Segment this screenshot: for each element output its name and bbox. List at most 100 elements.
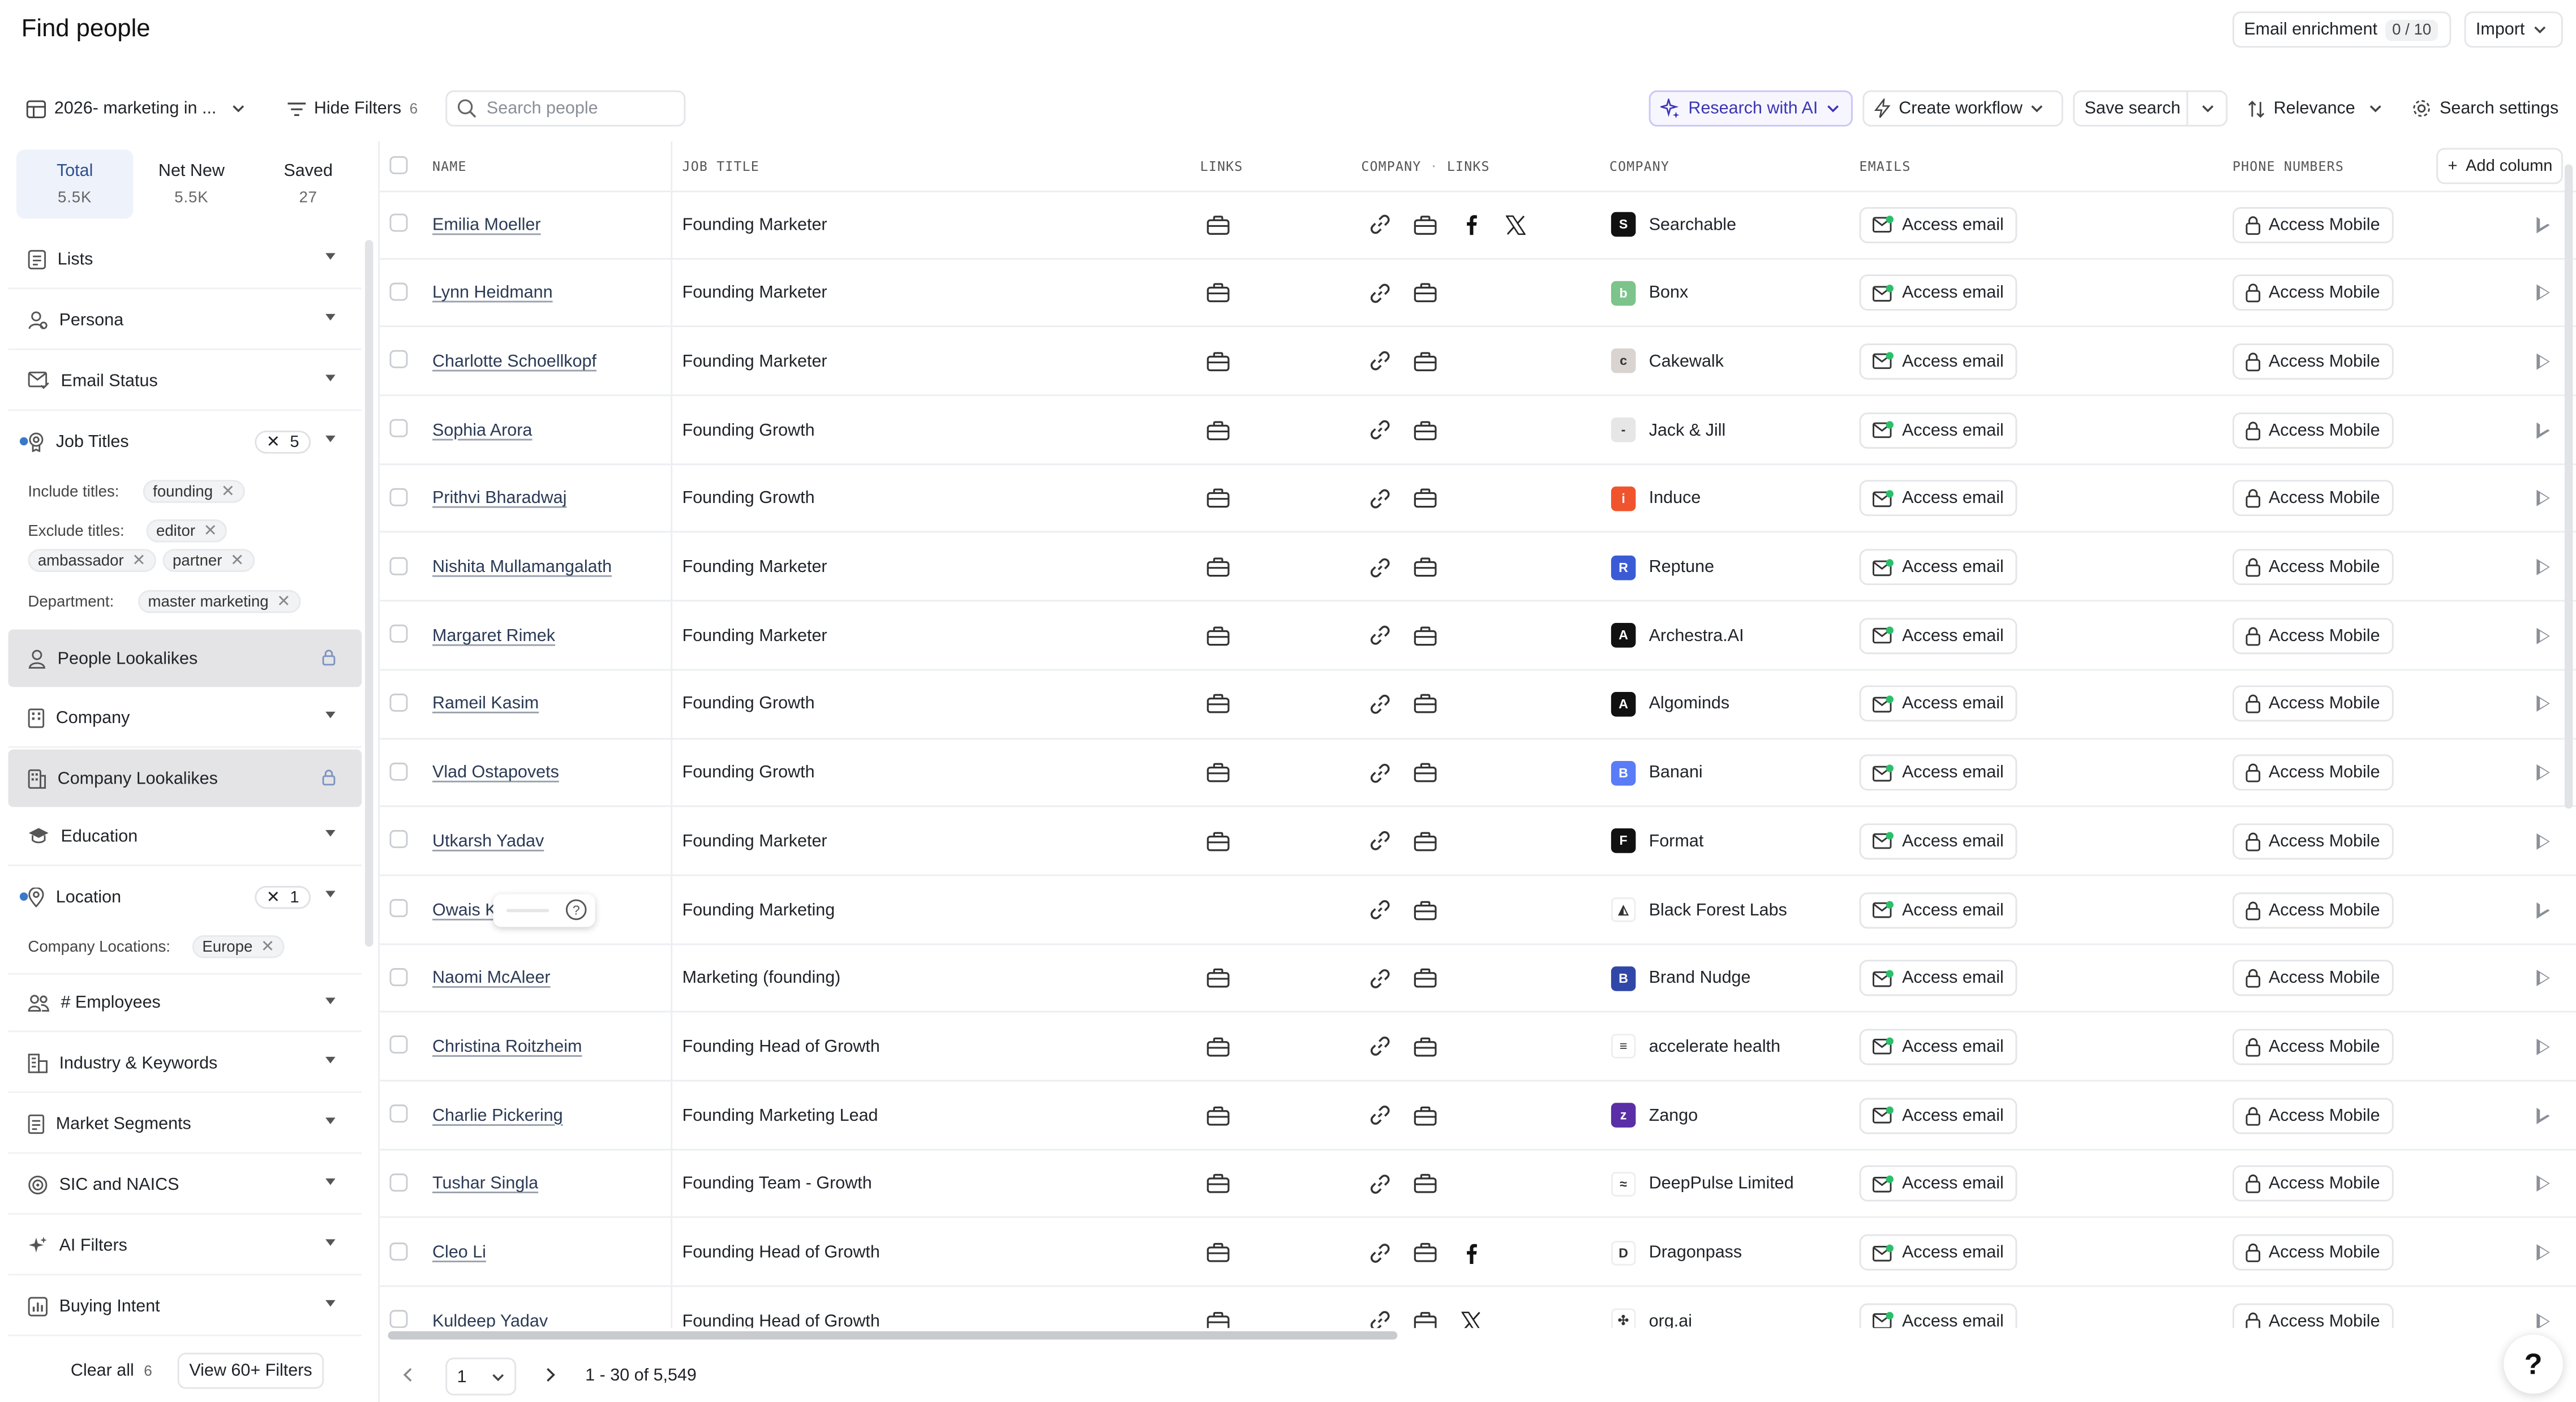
search-input[interactable] [486,98,668,119]
filter-company-lookalikes[interactable]: Company Lookalikes [8,749,362,807]
stat-saved[interactable]: Saved 27 [250,149,367,218]
row-checkbox[interactable] [389,350,408,369]
company-website-link-icon[interactable] [1369,739,1391,806]
access-mobile-button[interactable]: Access Mobile [2232,686,2393,722]
linkedin-briefcase-icon[interactable] [1207,1013,1230,1081]
play-icon[interactable] [2536,1038,2550,1055]
page-select[interactable]: 1 [445,1357,517,1396]
col-phone-numbers[interactable]: PHONE NUMBERS [2232,160,2344,174]
company-website-link-icon[interactable] [1369,1013,1391,1081]
clear-all-button[interactable]: Clear all 6 [71,1361,152,1381]
company-cell[interactable]: A Algominds [1611,670,1729,738]
access-mobile-button[interactable]: Access Mobile [2232,1234,2393,1271]
company-website-link-icon[interactable] [1369,1287,1391,1328]
play-icon[interactable] [2536,627,2550,644]
company-website-link-icon[interactable] [1369,1219,1391,1286]
remove-icon[interactable]: ✕ [230,552,244,570]
company-cell[interactable]: F Format [1611,807,1703,875]
sidebar-scrollbar[interactable] [364,240,373,947]
linkedin-briefcase-icon[interactable] [1207,396,1230,463]
company-website-link-icon[interactable] [1369,396,1391,463]
access-mobile-button[interactable]: Access Mobile [2232,411,2393,448]
play-icon[interactable] [2536,490,2550,507]
filter-persona[interactable]: Persona [8,291,362,350]
access-mobile-button[interactable]: Access Mobile [2232,1166,2393,1202]
remove-icon[interactable]: ✕ [277,592,290,610]
row-checkbox[interactable] [389,419,408,438]
access-mobile-button[interactable]: Access Mobile [2232,823,2393,859]
filter-industry-keywords[interactable]: Industry & Keywords [8,1034,362,1093]
exclude-title-chip[interactable]: ambassador ✕ [28,549,156,572]
linkedin-briefcase-icon[interactable] [1207,602,1230,669]
linkedin-briefcase-icon[interactable] [1207,1287,1230,1328]
linkedin-briefcase-icon[interactable] [1207,465,1230,532]
play-icon[interactable] [2536,1107,2550,1124]
row-checkbox[interactable] [389,1310,408,1328]
filter-location[interactable]: Location ✕ 1 [8,868,362,927]
row-checkbox[interactable] [389,1241,408,1260]
filter-buying-intent[interactable]: Buying Intent [8,1277,362,1336]
location-count-badge[interactable]: ✕ 1 [255,885,311,909]
access-mobile-button[interactable]: Access Mobile [2232,206,2393,243]
chevron-right-icon[interactable] [546,1367,555,1382]
table-row[interactable]: Prithvi Bharadwaj Founding Growth i Induce A… [380,465,2576,534]
company-briefcase-icon[interactable] [1414,1082,1437,1149]
col-company-links[interactable]: COMPANY · LINKS [1361,160,1489,174]
linkedin-briefcase-icon[interactable] [1207,191,1230,258]
company-website-link-icon[interactable] [1369,191,1391,258]
facebook-icon[interactable] [1465,191,1478,258]
company-cell[interactable]: i Induce [1611,465,1701,532]
table-row[interactable]: Christina Roitzheim Founding Head of Grow… [380,1013,2576,1082]
company-cell[interactable]: B Banani [1611,739,1703,806]
play-icon[interactable] [2536,1175,2550,1192]
table-row[interactable]: Tushar Singla Founding Team - Growth ≈ Deep… [380,1150,2576,1219]
linkedin-briefcase-icon[interactable] [1207,1082,1230,1149]
linkedin-briefcase-icon[interactable] [1207,739,1230,806]
filter-education[interactable]: Education [8,807,362,866]
company-website-link-icon[interactable] [1369,670,1391,738]
company-briefcase-icon[interactable] [1414,396,1437,463]
play-icon[interactable] [2536,1313,2550,1328]
save-search-button[interactable]: Save search [2073,90,2228,127]
help-button[interactable]: ? [2504,1334,2563,1394]
person-name-link[interactable]: Charlie Pickering [432,1106,563,1125]
company-cell[interactable]: A Archestra.AI [1611,602,1744,669]
company-briefcase-icon[interactable] [1414,602,1437,669]
person-name-link[interactable]: Nishita Mullamangalath [432,557,612,577]
view-more-filters-button[interactable]: View 60+ Filters [177,1352,324,1389]
access-email-button[interactable]: Access email [1859,754,2017,791]
linkedin-briefcase-icon[interactable] [1207,328,1230,395]
horizontal-scrollbar[interactable] [388,1331,1398,1340]
table-row[interactable]: Charlie Pickering Founding Marketing Lead… [380,1082,2576,1150]
include-title-chip[interactable]: founding ✕ [143,480,245,503]
company-briefcase-icon[interactable] [1414,1150,1437,1218]
company-website-link-icon[interactable] [1369,328,1391,395]
person-name-link[interactable]: Lynn Heidmann [432,283,553,303]
stat-net-new[interactable]: Net New 5.5K [133,149,250,218]
row-checkbox[interactable] [389,967,408,986]
access-email-button[interactable]: Access email [1859,686,2017,722]
play-icon[interactable] [2536,901,2550,918]
job-titles-count-badge[interactable]: ✕ 5 [255,431,311,454]
access-email-button[interactable]: Access email [1859,206,2017,243]
company-cell[interactable]: S Searchable [1611,191,1736,258]
company-briefcase-icon[interactable] [1414,739,1437,806]
company-website-link-icon[interactable] [1369,1150,1391,1218]
table-row[interactable]: Nishita Mullamangalath Founding Marketer R… [380,534,2576,602]
company-website-link-icon[interactable] [1369,876,1391,943]
company-website-link-icon[interactable] [1369,602,1391,669]
facebook-icon[interactable] [1465,1219,1478,1286]
access-mobile-button[interactable]: Access Mobile [2232,274,2393,311]
row-checkbox[interactable] [389,762,408,780]
play-icon[interactable] [2536,422,2550,438]
x-twitter-icon[interactable] [1505,191,1526,258]
company-cell[interactable]: - Jack & Jill [1611,396,1725,463]
play-icon[interactable] [2536,833,2550,850]
row-checkbox[interactable] [389,899,408,917]
company-cell[interactable]: D Dragonpass [1611,1219,1742,1286]
add-column-button[interactable]: + Add column [2436,148,2563,184]
access-mobile-button[interactable]: Access Mobile [2232,960,2393,996]
table-row[interactable]: Emilia Moeller Founding Marketer S Searchab… [380,191,2576,260]
company-cell[interactable]: ≈ DeepPulse Limited [1611,1150,1794,1218]
table-row[interactable]: Utkarsh Yadav Founding Marketer F Format Acc… [380,807,2576,876]
